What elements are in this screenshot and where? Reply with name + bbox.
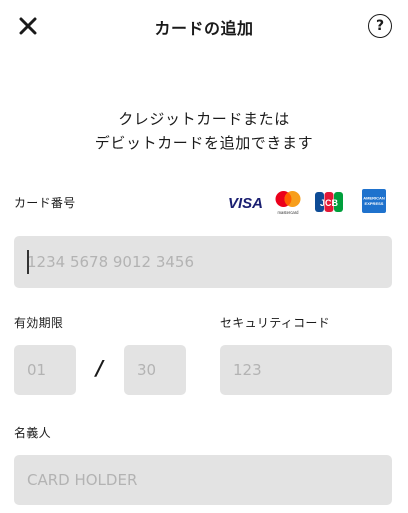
security-code-label: セキュリティコード	[220, 316, 330, 330]
header: カードの追加 ?	[0, 0, 408, 52]
text-cursor	[27, 250, 29, 274]
intro-line-1: クレジットカードまたは	[118, 110, 290, 128]
expiry-month-input[interactable]	[14, 345, 76, 395]
amex-line-2: EXPRESS	[365, 201, 384, 206]
visa-logo-icon: VISA	[228, 195, 263, 210]
expiry-separator: /	[96, 356, 104, 380]
mastercard-caption: mastercard	[278, 210, 300, 215]
jcb-logo-text: JCB	[320, 198, 339, 208]
holder-label: 名義人	[14, 426, 51, 440]
expiry-year-input[interactable]	[124, 345, 186, 395]
jcb-logo-icon: JCB	[315, 192, 343, 212]
expiry-label: 有効期限	[14, 316, 64, 330]
question-mark-icon: ?	[375, 18, 385, 34]
page-title: カードの追加	[154, 19, 254, 38]
amex-logo-icon: AMERICAN EXPRESS	[362, 189, 386, 213]
security-code-input[interactable]	[220, 345, 392, 395]
intro-text: クレジットカードまたは デビットカードを追加できます	[0, 107, 408, 155]
mastercard-logo-icon: mastercard	[275, 191, 301, 215]
card-number-input[interactable]	[14, 236, 392, 288]
card-holder-input[interactable]	[14, 455, 392, 505]
amex-line-1: AMERICAN	[363, 196, 385, 201]
card-number-label: カード番号	[14, 196, 76, 210]
help-button[interactable]: ?	[368, 14, 392, 38]
visa-logo-text: VISA	[228, 195, 263, 210]
intro-line-2: デビットカードを追加できます	[94, 134, 314, 152]
card-brand-logos: VISA mastercard JCB AMERICAN EXPRESS	[228, 188, 394, 216]
